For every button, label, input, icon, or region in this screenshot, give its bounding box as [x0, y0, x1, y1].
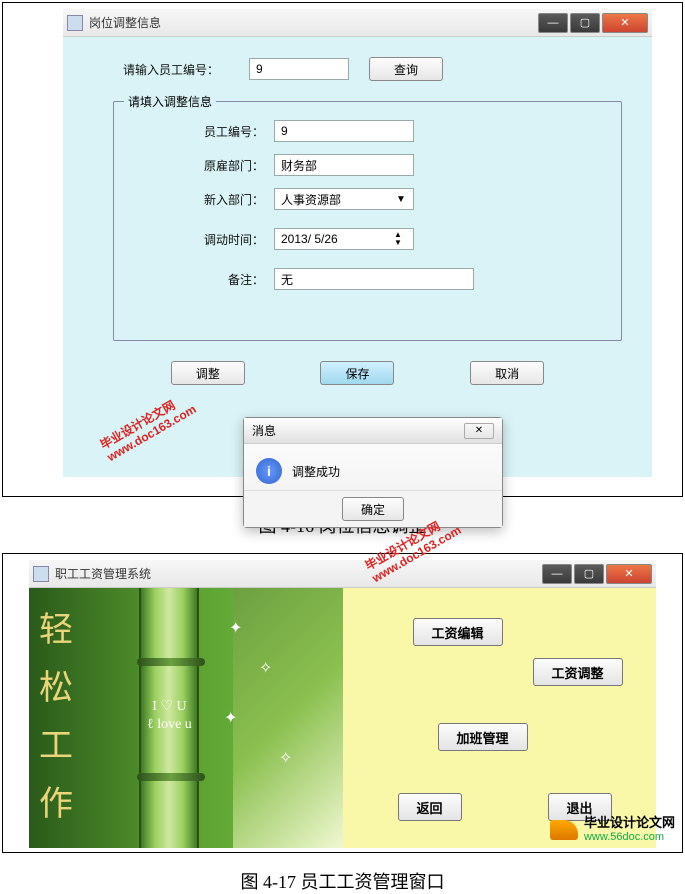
logo-icon — [550, 820, 578, 840]
salary-adjust-button[interactable]: 工资调整 — [533, 658, 623, 686]
decorative-text: 轻 松 工 作 — [39, 602, 75, 834]
info-icon: i — [256, 458, 282, 484]
adjust-info-group: 请填入调整信息 员工编号： 原雇部门： 新入部门： ▼ — [113, 101, 622, 341]
message-dialog: 消息 ✕ i 调整成功 确定 — [243, 417, 503, 528]
move-date-label: 调动时间： — [164, 231, 264, 248]
cancel-button[interactable]: 取消 — [470, 361, 544, 385]
minimize-button[interactable]: — — [538, 13, 568, 33]
footer-logo: 毕业设计论文网 www.56doc.com — [550, 816, 675, 844]
employee-id-input[interactable] — [249, 58, 349, 80]
emp-id-field[interactable] — [274, 120, 414, 142]
group-title: 请填入调整信息 — [124, 93, 216, 110]
query-button[interactable]: 查询 — [369, 57, 443, 81]
new-dept-label: 新入部门： — [164, 191, 264, 208]
message-ok-button[interactable]: 确定 — [342, 497, 404, 521]
salary-management-window: 职工工资管理系统 — ▢ ✕ 轻 松 工 作 I ♡ U ℓ love u ✦ … — [29, 560, 656, 848]
close-button[interactable]: ✕ — [602, 13, 648, 33]
remark-field[interactable] — [274, 268, 474, 290]
employee-id-prompt-label: 请输入员工编号： — [123, 61, 219, 78]
maximize-button[interactable]: ▢ — [570, 13, 600, 33]
footer-title: 毕业设计论文网 — [584, 816, 675, 830]
decorative-panel: 轻 松 工 作 I ♡ U ℓ love u ✦ ✧ ✦ ✧ — [29, 588, 343, 848]
new-dept-select[interactable] — [274, 188, 414, 210]
message-title: 消息 — [252, 422, 276, 439]
minimize-button[interactable]: — — [542, 564, 572, 584]
remark-label: 备注： — [164, 271, 264, 288]
message-close-button[interactable]: ✕ — [464, 423, 494, 439]
overtime-button[interactable]: 加班管理 — [438, 723, 528, 751]
heart-text: I ♡ U ℓ love u — [147, 698, 192, 734]
orig-dept-label: 原雇部门： — [164, 157, 264, 174]
figure-caption-2: 图 4-17 员工工资管理窗口 — [0, 868, 685, 894]
window-icon — [33, 566, 49, 582]
move-date-field[interactable] — [274, 228, 414, 250]
save-button[interactable]: 保存 — [320, 361, 394, 385]
message-text: 调整成功 — [292, 463, 340, 480]
orig-dept-field[interactable] — [274, 154, 414, 176]
titlebar: 岗位调整信息 — ▢ ✕ — [63, 9, 652, 37]
position-adjust-window: 岗位调整信息 — ▢ ✕ 请输入员工编号： 查询 请填入调整信息 员工编号： — [63, 9, 652, 477]
close-button[interactable]: ✕ — [606, 564, 652, 584]
adjust-button[interactable]: 调整 — [171, 361, 245, 385]
window-title: 岗位调整信息 — [89, 14, 538, 31]
emp-id-label: 员工编号： — [164, 123, 264, 140]
salary-edit-button[interactable]: 工资编辑 — [413, 618, 503, 646]
footer-url: www.56doc.com — [584, 830, 675, 844]
menu-panel: 工资编辑 工资调整 加班管理 返回 退出 — [343, 588, 657, 848]
window-icon — [67, 15, 83, 31]
back-button[interactable]: 返回 — [398, 793, 462, 821]
titlebar: 职工工资管理系统 — ▢ ✕ — [29, 560, 656, 588]
window-title: 职工工资管理系统 — [55, 565, 542, 582]
maximize-button[interactable]: ▢ — [574, 564, 604, 584]
